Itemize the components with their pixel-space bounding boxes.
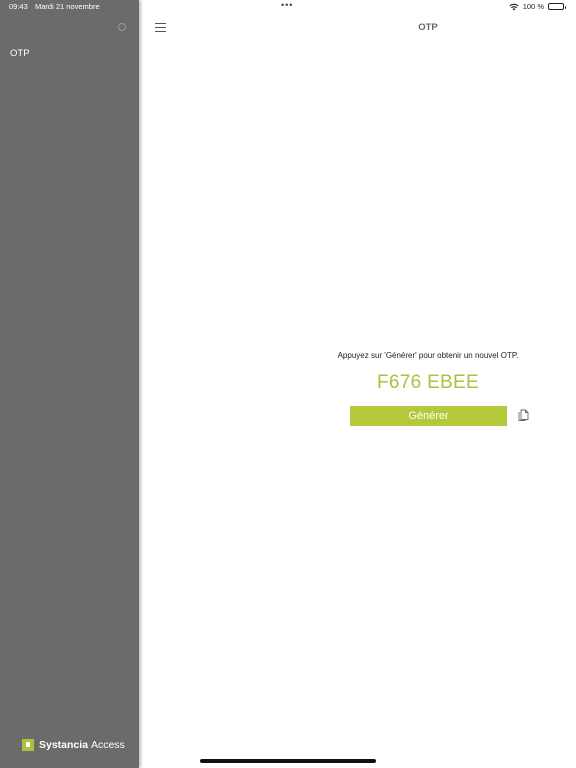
hamburger-menu-icon[interactable]: [155, 23, 166, 32]
home-indicator[interactable]: [200, 759, 376, 763]
app-screen: OTP Systancia Access 09:43 Mardi 21 nove…: [0, 0, 576, 768]
wifi-icon: [509, 3, 519, 10]
systancia-logo-icon: [22, 739, 34, 751]
status-right: 100 %: [509, 2, 566, 11]
page-title: OTP: [418, 22, 438, 33]
brand-name: Systancia: [39, 739, 89, 751]
sidebar-item-label: OTP: [10, 48, 30, 59]
multitask-dots-icon[interactable]: •••: [281, 1, 293, 10]
sidebar-item-otp[interactable]: OTP: [10, 48, 30, 59]
loading-spinner-icon: [118, 23, 126, 31]
status-date: Mardi 21 novembre: [35, 2, 100, 11]
status-time: 09:43: [9, 2, 28, 11]
instruction-text: Appuyez sur 'Générer' pour obtenir un no…: [337, 351, 519, 360]
brand-text: Systancia Access: [39, 739, 125, 751]
battery-icon: [548, 3, 566, 10]
brand-product: Access: [90, 739, 125, 751]
generate-button[interactable]: Générer: [350, 406, 507, 426]
brand-logo: Systancia Access: [22, 739, 125, 751]
sidebar: OTP Systancia Access: [0, 0, 139, 768]
copy-icon[interactable]: [518, 409, 529, 421]
otp-code: F676 EBEE: [377, 372, 479, 393]
battery-percentage: 100 %: [522, 2, 544, 11]
